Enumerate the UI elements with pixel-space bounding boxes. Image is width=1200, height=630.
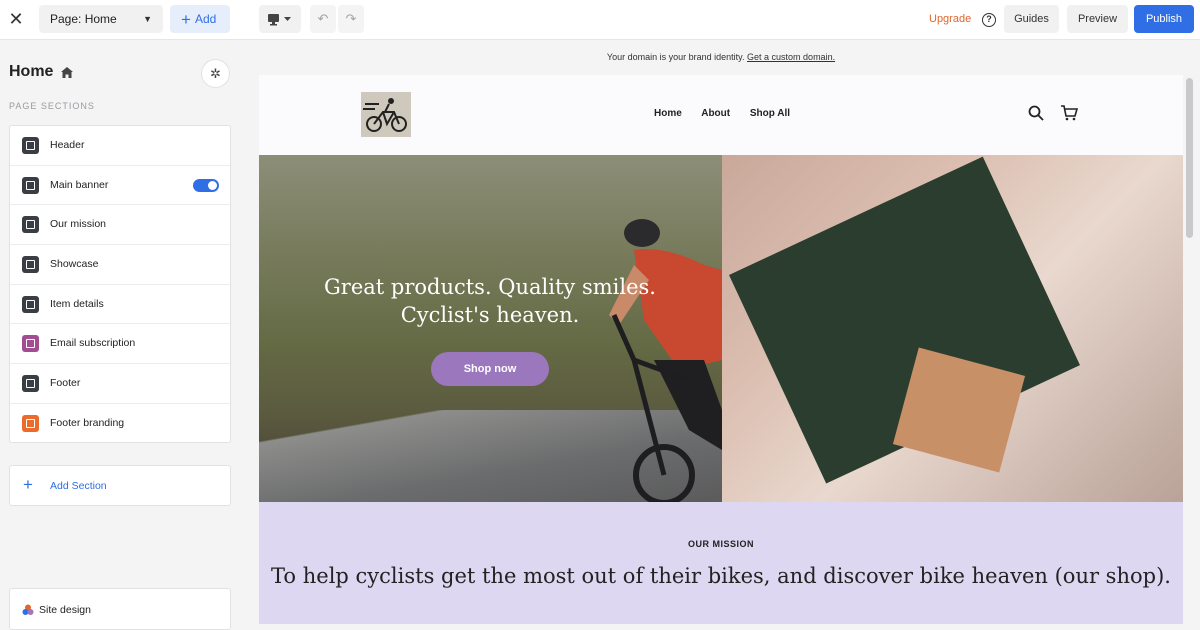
page-select-label: Page: Home: [50, 12, 117, 26]
search-icon[interactable]: [1028, 105, 1044, 121]
plus-icon: +: [181, 10, 191, 29]
sidebar: Home ✲ PAGE SECTIONS Header Main banner …: [0, 41, 240, 630]
section-label: Main banner: [50, 178, 109, 191]
add-section-button[interactable]: + Add Section: [9, 465, 231, 506]
site-design-label: Site design: [39, 604, 91, 616]
nav-shop-all[interactable]: Shop All: [750, 108, 790, 119]
hero-heading: Great products. Quality smiles. Cyclist'…: [324, 275, 656, 327]
item-details-icon: [22, 295, 39, 313]
section-label: Showcase: [50, 258, 99, 271]
section-label: Item details: [50, 297, 104, 310]
guides-button[interactable]: Guides: [1004, 5, 1059, 33]
close-icon[interactable]: ✕: [6, 9, 26, 29]
page-sections-caption: PAGE SECTIONS: [9, 101, 95, 111]
palette-icon: [22, 604, 34, 615]
mission-text: To help cyclists get the most out of the…: [271, 564, 1171, 588]
add-button[interactable]: + Add: [170, 5, 230, 33]
section-footer-branding[interactable]: Footer branding: [10, 404, 230, 444]
section-showcase[interactable]: Showcase: [10, 245, 230, 285]
top-toolbar: ✕ Page: Home ▼ + Add ↶ ↷ Upgrade ? Guides…: [0, 0, 1200, 40]
page-select[interactable]: Page: Home ▼: [39, 5, 163, 33]
page-title: Home: [9, 63, 54, 80]
section-label: Footer: [50, 377, 81, 390]
footer-icon: [22, 375, 39, 393]
site-logo[interactable]: [361, 92, 411, 137]
device-select[interactable]: [259, 5, 301, 33]
section-label: Footer branding: [50, 416, 125, 429]
add-section-label: Add Section: [50, 480, 107, 492]
section-label: Email subscription: [50, 337, 136, 350]
publish-button[interactable]: Publish: [1134, 5, 1194, 33]
gear-icon[interactable]: ✲: [201, 59, 230, 88]
nav-about[interactable]: About: [701, 108, 730, 119]
custom-domain-link[interactable]: Get a custom domain.: [747, 52, 835, 62]
showcase-icon: [22, 256, 39, 274]
domain-notice: Your domain is your brand identity. Get …: [259, 52, 1183, 62]
site-nav: Home About Shop All: [654, 108, 807, 119]
home-icon: [61, 67, 73, 78]
site-header: Home About Shop All: [259, 75, 1183, 155]
section-footer[interactable]: Footer: [10, 364, 230, 404]
add-button-label: Add: [194, 12, 217, 26]
cart-icon[interactable]: [1060, 105, 1078, 121]
lightning-icon: [22, 414, 39, 432]
nav-home[interactable]: Home: [654, 108, 682, 119]
main-banner: Great products. Quality smiles. Cyclist'…: [259, 155, 1183, 502]
section-item-details[interactable]: Item details: [10, 285, 230, 325]
help-icon[interactable]: ?: [982, 13, 996, 27]
email-icon: [22, 335, 39, 353]
our-mission-section: OUR MISSION To help cyclists get the mos…: [259, 502, 1183, 624]
cyclist-figure: [609, 219, 722, 502]
domain-notice-text: Your domain is your brand identity.: [606, 52, 745, 62]
section-our-mission[interactable]: Our mission: [10, 205, 230, 246]
shop-now-button[interactable]: Shop now: [431, 352, 549, 386]
section-main-banner[interactable]: Main banner: [10, 166, 230, 206]
shield-icon: [22, 216, 39, 234]
bookmark-icon: [22, 176, 39, 194]
desktop-icon: [268, 14, 291, 26]
page-sections-list: Header Main banner Our mission Showcase …: [9, 125, 231, 443]
visibility-toggle[interactable]: [193, 178, 219, 192]
plus-icon: +: [23, 475, 33, 494]
caret-down-icon: ▼: [143, 14, 152, 24]
cyclist-logo-icon: [363, 98, 407, 132]
redo-icon[interactable]: ↷: [338, 5, 364, 33]
section-label: Our mission: [50, 218, 107, 231]
undo-icon[interactable]: ↶: [310, 5, 336, 33]
upgrade-link[interactable]: Upgrade: [929, 13, 971, 25]
mission-caption: OUR MISSION: [687, 539, 754, 549]
section-label: Header: [50, 139, 85, 151]
header-icon: [22, 137, 39, 154]
section-email-subscription[interactable]: Email subscription: [10, 324, 230, 365]
site-preview: Home About Shop All Great products. Qual…: [259, 75, 1183, 624]
preview-button[interactable]: Preview: [1067, 5, 1128, 33]
preview-scrollbar[interactable]: [1186, 78, 1193, 238]
section-header[interactable]: Header: [10, 126, 230, 166]
